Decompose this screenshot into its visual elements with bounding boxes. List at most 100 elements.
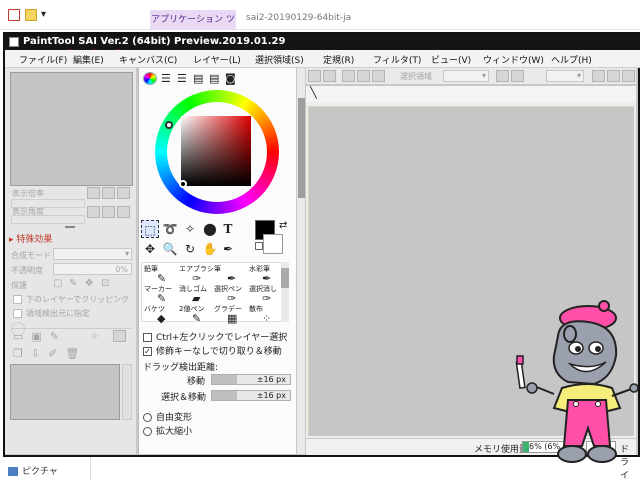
swatch-tab-icon[interactable]: ▤: [193, 72, 203, 85]
delete-layer-icon[interactable]: 🗑: [65, 347, 87, 360]
select-move-distance-slider[interactable]: ±16 px: [211, 390, 291, 401]
lock-move-icon[interactable]: ✥: [85, 278, 93, 289]
modifier-checkbox[interactable]: ✓: [143, 347, 152, 356]
clear-layer-icon[interactable]: ✐: [48, 347, 65, 360]
layer-effects-icon[interactable]: ✧: [90, 330, 99, 343]
eyedropper-icon[interactable]: ✒: [219, 240, 237, 258]
saturation-value-square[interactable]: [181, 116, 251, 186]
move-tool-icon[interactable]: ✥: [141, 240, 159, 258]
layer-options-button[interactable]: [113, 330, 126, 342]
invert-selection-button[interactable]: [357, 70, 370, 82]
ribbon-tab-app-tools[interactable]: アプリケーション ツール: [150, 10, 236, 45]
zoom-out-canvas-button[interactable]: [496, 70, 509, 82]
menu-help[interactable]: ヘルプ(H): [551, 53, 592, 66]
tools-scroll-thumb[interactable]: [298, 98, 305, 198]
properties-icon[interactable]: [8, 9, 20, 21]
ctrl-click-row[interactable]: Ctrl+左クリックでレイヤー選択: [143, 330, 287, 343]
brush-slot[interactable]: バケツ ◆: [143, 303, 178, 330]
panel-splitter[interactable]: [65, 226, 75, 228]
new-folder-layer-icon[interactable]: ▣: [31, 330, 49, 343]
zoom-tool-icon[interactable]: 🔍: [161, 240, 179, 258]
divider: [11, 328, 132, 329]
clip-checkbox-row[interactable]: 下のレイヤーでクリッピング: [13, 294, 129, 305]
new-folder-icon[interactable]: [25, 9, 37, 21]
zoom-reset-button[interactable]: [117, 187, 130, 199]
free-transform-radio[interactable]: [143, 413, 152, 422]
magic-wand-icon[interactable]: ✧: [181, 220, 199, 238]
scratchpad-tab-icon[interactable]: ▤: [209, 72, 219, 85]
menu-layer[interactable]: レイヤー(L): [193, 53, 241, 66]
default-colors-icon[interactable]: [255, 242, 263, 250]
zoom-in-canvas-button[interactable]: [511, 70, 524, 82]
scale-row[interactable]: 拡大縮小: [143, 424, 192, 437]
menu-window[interactable]: ウィンドウ(W): [483, 53, 544, 66]
selection-source-checkbox[interactable]: [13, 309, 22, 318]
lock-icon[interactable]: ▢: [53, 278, 62, 289]
hue-cursor[interactable]: [165, 121, 173, 129]
menu-file[interactable]: ファイル(F): [19, 53, 67, 66]
selection-area-select[interactable]: ▾: [443, 70, 489, 82]
nav-item-pictures[interactable]: ピクチャ: [8, 464, 58, 477]
color-wheel-tab-icon[interactable]: [143, 72, 157, 85]
move-layer-icon[interactable]: ⬤: [201, 220, 219, 238]
lock-alpha-icon[interactable]: ⊡: [101, 278, 109, 289]
opacity-slider[interactable]: 0%: [53, 263, 132, 275]
sv-cursor[interactable]: [179, 180, 187, 188]
brush-slot[interactable]: グラデー ▦: [213, 303, 248, 330]
zoom-select[interactable]: ▾: [546, 70, 584, 82]
zoom-in-button[interactable]: [102, 187, 115, 199]
special-effects-header[interactable]: ▸ 特殊効果: [9, 232, 52, 245]
brush-slot[interactable]: 2値ペン ✎: [178, 303, 213, 330]
rotate-left-canvas-button[interactable]: [592, 70, 605, 82]
selection-source-row[interactable]: 領域検出元に指定: [13, 308, 90, 319]
menu-filter[interactable]: フィルタ(T): [373, 53, 421, 66]
text-tool-icon[interactable]: T: [219, 220, 237, 238]
deselect-button[interactable]: [342, 70, 355, 82]
menu-view[interactable]: ビュー(V): [431, 53, 471, 66]
quick-access-dropdown-icon[interactable]: ▾: [41, 9, 46, 20]
ruler-icon[interactable]: ╲: [310, 86, 317, 99]
zoom-out-button[interactable]: [87, 187, 100, 199]
free-transform-row[interactable]: 自由変形: [143, 410, 192, 423]
rotate-tool-icon[interactable]: ↻: [181, 240, 199, 258]
new-linework-icon[interactable]: ✎: [50, 330, 67, 343]
blend-mode-select[interactable]: ▾: [53, 248, 132, 260]
rgb-slider-tab-icon[interactable]: ☰: [161, 72, 171, 85]
layer-list-scrollbar[interactable]: [122, 364, 132, 420]
undo-button[interactable]: [308, 70, 321, 82]
layer-list[interactable]: [10, 364, 120, 420]
tools-panel: ☰ ☰ ▤ ▤ ◙ ⬚ ➰ ✧ ⬤ T ✥ 🔍 ↻ ✋ ✒ ⇄ Ctrl+左クリ…: [138, 68, 298, 454]
menu-edit[interactable]: 編集(E): [73, 53, 104, 66]
menu-ruler[interactable]: 定規(R): [323, 53, 354, 66]
rotate-right-canvas-button[interactable]: [607, 70, 620, 82]
menu-canvas[interactable]: キャンバス(C): [119, 53, 177, 66]
show-selection-button[interactable]: [372, 70, 385, 82]
background-color-swatch[interactable]: [263, 234, 283, 254]
brush-slot[interactable]: 散布 ⁘: [248, 303, 283, 330]
flip-canvas-button[interactable]: [622, 70, 635, 82]
hand-tool-icon[interactable]: ✋: [201, 240, 219, 258]
menu-selection[interactable]: 選択領域(S): [255, 53, 304, 66]
copy-layer-icon[interactable]: ❐: [13, 347, 31, 360]
scale-radio[interactable]: [143, 427, 152, 436]
move-distance-slider[interactable]: ±16 px: [211, 374, 291, 385]
merge-down-icon[interactable]: ⇩: [31, 347, 48, 360]
new-layer-icon[interactable]: ▭: [13, 330, 31, 343]
selection-tool-icon[interactable]: ⬚: [141, 220, 159, 238]
ctrl-click-label: Ctrl+左クリックでレイヤー選択: [156, 333, 288, 343]
tools-scrollbar[interactable]: [296, 68, 305, 454]
modifier-row[interactable]: ✓ 修飾キーなしで切り取り＆移動: [143, 344, 282, 357]
hsv-slider-tab-icon[interactable]: ☰: [177, 72, 187, 85]
redo-button[interactable]: [323, 70, 336, 82]
rotate-left-button[interactable]: [87, 206, 100, 218]
lock-paint-icon[interactable]: ✎: [69, 278, 77, 289]
ctrl-click-checkbox[interactable]: [143, 333, 152, 342]
modifier-label: 修飾キーなしで切り取り＆移動: [156, 347, 282, 357]
swap-colors-icon[interactable]: ⇄: [279, 220, 287, 231]
lasso-tool-icon[interactable]: ➰: [161, 220, 179, 238]
clip-checkbox[interactable]: [13, 295, 22, 304]
angle-slider[interactable]: [11, 215, 85, 224]
rotate-reset-button[interactable]: [117, 206, 130, 218]
user-swatch-tab-icon[interactable]: ◙: [225, 72, 236, 85]
rotate-right-button[interactable]: [102, 206, 115, 218]
